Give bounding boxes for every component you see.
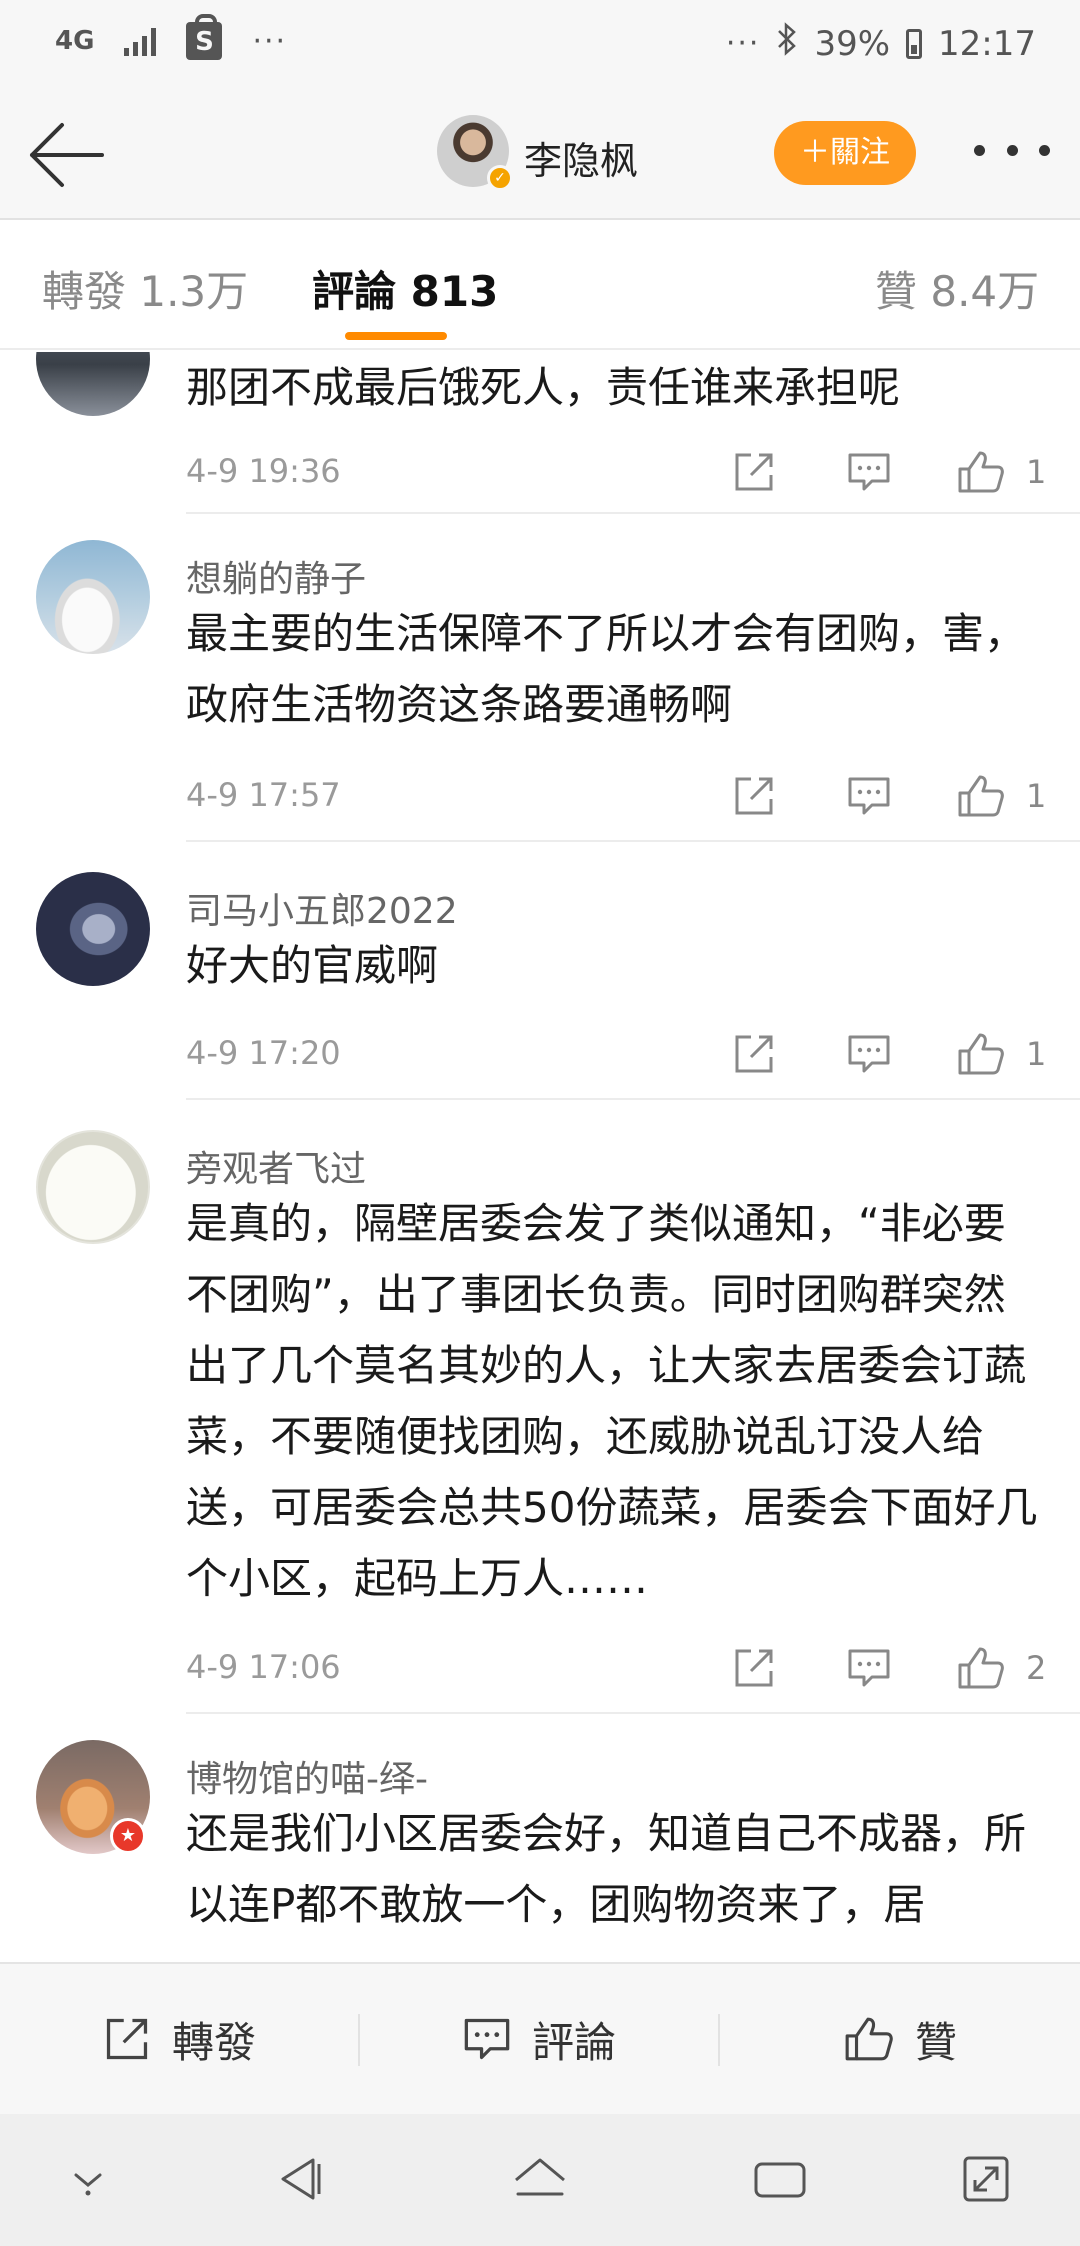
like-post-button[interactable]: 贊 [720,1964,1080,2114]
commenter-avatar[interactable] [36,352,150,416]
status-bar: 4G S ··· ··· 39% 12:17 [0,0,1080,90]
reply-button[interactable] [846,442,892,502]
active-tab-indicator [345,332,447,340]
like-button[interactable]: 1 [956,442,1046,502]
comment-meta: 4-9 17:06 2 [186,1638,1046,1698]
thumbs-up-icon [958,1647,1004,1689]
comment-text: 还是我们小区居委会好，知道自己不成器，所以连P都不敢放一个，团购物资来了，居 [186,1809,1027,1929]
comment-label: 評論 [531,2017,616,2067]
comment-text: 最主要的生活保障不了所以才会有团购，害，政府生活物资这条路要通畅啊 [186,609,1027,729]
chevron-down-icon [74,2173,102,2196]
like-count: 1 [1026,453,1047,491]
share-icon [735,1649,773,1687]
commenter-name[interactable]: 司马小五郎2022 [186,882,458,934]
share-button[interactable] [731,442,777,502]
comment-meta: 4-9 17:57 1 [186,766,1046,826]
thumbs-up-icon [845,2017,893,2061]
comment-text: 好大的官威啊 [186,941,439,990]
thumbs-up-icon [958,775,1004,817]
like-button[interactable]: 1 [956,766,1046,826]
divider [186,840,1080,842]
repost-label: 轉發 [171,2017,256,2067]
divider [186,1098,1080,1100]
like-count: 2 [1026,1649,1047,1687]
member-badge-icon: ★ [110,1818,146,1854]
share-icon [735,453,773,491]
comment-list[interactable]: 那团不成最后饿死人，责任谁来承担呢 4-9 19:36 1 想躺的静子 最主要的… [0,352,1080,1962]
share-button[interactable] [731,766,777,826]
post-action-bar: 轉發 評論 贊 [0,1962,1080,2114]
tab-likes[interactable]: 贊 8.4万 [875,258,1039,319]
back-button[interactable] [28,120,108,190]
divider [186,1712,1080,1714]
notification-dots: ··· [252,23,288,59]
nav-recents-button[interactable] [740,2144,820,2214]
reply-button[interactable] [846,1638,892,1698]
like-button[interactable]: 2 [956,1638,1046,1698]
arrow-left-icon [30,123,104,187]
reply-button[interactable] [846,766,892,826]
battery-icon [906,28,923,59]
like-count: 1 [1026,1035,1047,1073]
share-icon [735,777,773,815]
comment-meta: 4-9 17:20 1 [186,1024,1046,1084]
commenter-avatar[interactable] [36,540,150,654]
bluetooth-icon [776,22,798,65]
share-icon [735,1035,773,1073]
comment-icon [848,453,890,491]
battery-percent: 39% [814,23,891,64]
comment-time: 4-9 19:36 [186,452,341,490]
commenter-name[interactable]: 旁观者飞过 [186,1140,366,1192]
share-button[interactable] [731,1638,777,1698]
comment-button[interactable]: 評論 [360,1964,718,2114]
tab-comments[interactable]: 評論 813 [312,258,498,319]
like-count: 1 [1026,777,1047,815]
like-button[interactable]: 1 [956,1024,1046,1084]
commenter-avatar[interactable] [36,872,150,986]
divider [186,512,1080,514]
comment-text: 是真的，隔壁居委会发了类似通知，“非必要不团购”，出了事团长负责。同时团购群突然… [186,1199,1038,1603]
home-icon [515,2158,565,2196]
network-type: 4G [55,26,95,56]
thumbs-up-icon [958,1033,1004,1075]
system-navigation-bar [0,2114,1080,2246]
comment-meta: 4-9 19:36 1 [186,442,1046,502]
expand-diagonal-icon [963,2156,1009,2202]
top-header: ✓ 李隐枫 ＋關注 [0,90,1080,220]
comment-icon [464,2018,510,2060]
commenter-name[interactable]: 想躺的静子 [186,550,366,602]
repost-button[interactable]: 轉發 [0,1964,358,2114]
status-dots: ··· [725,26,761,61]
share-button[interactable] [731,1024,777,1084]
more-options-button[interactable] [974,130,1050,170]
comment-time: 4-9 17:57 [186,776,341,814]
commenter-name[interactable]: 博物馆的喵-绎- [186,1750,428,1802]
nav-home-button[interactable] [500,2144,580,2214]
comment-time: 4-9 17:06 [186,1648,341,1686]
comment-time: 4-9 17:20 [186,1034,341,1072]
comment-icon [848,1649,890,1687]
recent-apps-icon [754,2162,806,2198]
comment-text: 那团不成最后饿死人，责任谁来承担呢 [186,363,901,412]
thumbs-up-icon [958,451,1004,493]
reply-button[interactable] [846,1024,892,1084]
shopping-bag-icon: S [186,14,223,60]
follow-button[interactable]: ＋關注 [774,121,916,185]
nav-back-button[interactable] [260,2144,340,2214]
share-icon [106,2018,148,2060]
verified-badge-icon: ✓ [487,165,513,191]
comment-icon [848,1035,890,1073]
post-tabs: 轉發 1.3万 評論 813 贊 8.4万 [0,220,1080,350]
comment-icon [848,777,890,815]
nav-expand-button[interactable] [946,2144,1026,2214]
hide-nav-button[interactable] [48,2144,128,2214]
tab-reposts[interactable]: 轉發 1.3万 [42,258,248,319]
back-triangle-icon [281,2158,321,2200]
commenter-avatar[interactable] [36,1130,150,1244]
signal-icon [124,26,157,56]
author-name[interactable]: 李隐枫 [524,130,638,185]
like-label: 贊 [914,2017,957,2067]
clock: 12:17 [938,23,1036,64]
